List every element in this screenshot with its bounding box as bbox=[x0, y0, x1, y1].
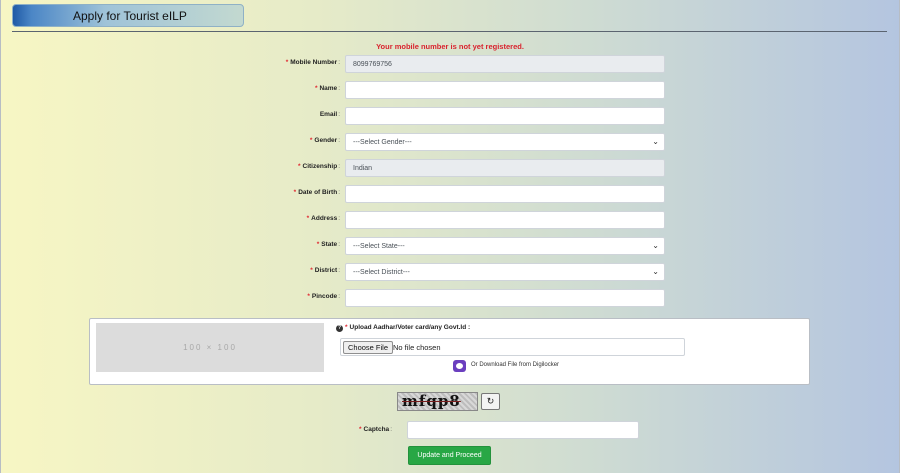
captcha-label: * Captcha: bbox=[359, 426, 392, 433]
citizenship-input[interactable]: Indian bbox=[345, 159, 665, 177]
chevron-down-icon: ⌄ bbox=[652, 241, 659, 250]
state-select[interactable]: ---Select State--- ⌄ bbox=[345, 237, 665, 255]
digilocker-download-link[interactable]: Or Download File from Digilocker bbox=[471, 362, 559, 368]
document-preview-placeholder: 100 × 100 bbox=[96, 323, 324, 372]
captcha-input[interactable] bbox=[407, 421, 639, 439]
pincode-input[interactable] bbox=[345, 289, 665, 307]
name-input[interactable] bbox=[345, 81, 665, 99]
choose-file-button[interactable]: Choose File bbox=[343, 341, 394, 354]
document-upload-panel: 100 × 100 ? * Upload Aadhar/Voter card/any… bbox=[89, 318, 810, 385]
address-label: * Address: bbox=[306, 215, 340, 222]
address-input[interactable] bbox=[345, 211, 665, 229]
date-of-birth-input[interactable] bbox=[345, 185, 665, 203]
mobile-number-label: * Mobile Number: bbox=[285, 59, 340, 66]
gender-label: * Gender: bbox=[309, 137, 340, 144]
state-label: * State: bbox=[316, 241, 340, 248]
district-label: * District: bbox=[310, 267, 340, 274]
district-select[interactable]: ---Select District--- ⌄ bbox=[345, 263, 665, 281]
name-label: * Name: bbox=[314, 85, 340, 92]
pincode-label: * Pincode: bbox=[307, 293, 340, 300]
citizenship-label: * Citizenship: bbox=[297, 163, 340, 170]
upload-document-label: ? * Upload Aadhar/Voter card/any Govt.Id : bbox=[336, 324, 471, 332]
email-label: Email: bbox=[319, 111, 340, 118]
page-title: Apply for Tourist eILP bbox=[73, 9, 187, 23]
header-divider bbox=[12, 31, 887, 32]
chevron-down-icon: ⌄ bbox=[652, 137, 659, 146]
date-of-birth-label: * Date of Birth: bbox=[293, 189, 340, 196]
chevron-down-icon: ⌄ bbox=[652, 267, 659, 276]
mobile-number-input[interactable]: 8099769756 bbox=[345, 55, 665, 73]
captcha-image: mfqp8 bbox=[397, 392, 478, 411]
gender-select[interactable]: ---Select Gender--- ⌄ bbox=[345, 133, 665, 151]
document-file-input[interactable]: Choose File No file chosen bbox=[340, 338, 685, 356]
digilocker-icon[interactable] bbox=[453, 360, 466, 372]
refresh-captcha-button[interactable]: ↻ bbox=[481, 393, 500, 410]
registration-error-message: Your mobile number is not yet registered… bbox=[376, 42, 524, 51]
help-icon[interactable]: ? bbox=[336, 325, 343, 332]
email-input[interactable] bbox=[345, 107, 665, 125]
update-and-proceed-button[interactable]: Update and Proceed bbox=[408, 446, 491, 465]
left-border bbox=[0, 0, 1, 473]
page-header-tab: Apply for Tourist eILP bbox=[12, 4, 244, 27]
file-status-text: No file chosen bbox=[393, 343, 441, 352]
